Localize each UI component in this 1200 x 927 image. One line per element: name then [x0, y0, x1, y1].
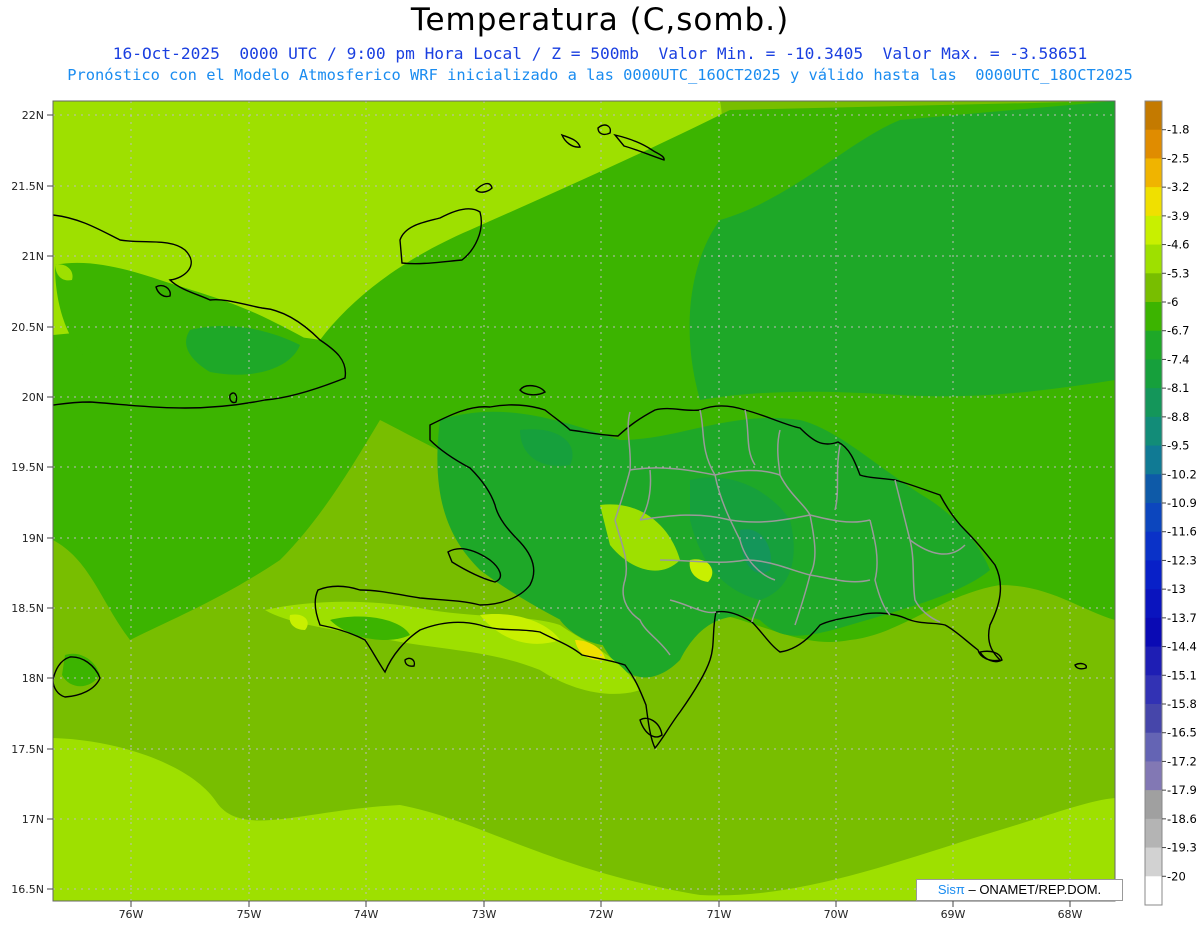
colorbar-label: -15.8 [1167, 697, 1197, 711]
lon-label-74w: 74W [354, 908, 379, 921]
lon-label-69w: 69W [941, 908, 966, 921]
colorbar-label: -5.3 [1167, 266, 1189, 280]
credit-label: Sisπ – ONAMET/REP.DOM. [916, 879, 1123, 901]
colorbar-swatch [1145, 445, 1162, 475]
lon-label-68w: 68W [1058, 908, 1083, 921]
colorbar-label: -15.1 [1167, 668, 1197, 682]
colorbar-swatch [1145, 416, 1162, 447]
colorbar-swatch [1145, 302, 1162, 332]
latitude-axis: 22N 21.5N 21N 20.5N 20N 19.5N 19N 18.5N … [11, 109, 53, 896]
colorbar-label: -16.5 [1167, 726, 1197, 740]
colorbar-swatch [1145, 732, 1162, 762]
lon-label-73w: 73W [472, 908, 497, 921]
credit-brand: Sisπ [937, 882, 965, 897]
colorbar-swatch [1145, 531, 1162, 561]
colorbar-label: -10.2 [1167, 467, 1197, 481]
colorbar-label: -10.9 [1167, 496, 1197, 510]
lat-label-19n: 19N [22, 532, 44, 545]
longitude-axis: 76W 75W 74W 73W 72W 71W 70W 69W 68W [119, 901, 1083, 921]
colorbar-swatch [1145, 388, 1162, 418]
colorbar-swatch [1145, 330, 1162, 360]
lat-label-22n: 22N [22, 109, 44, 122]
colorbar-swatch [1145, 589, 1162, 619]
lon-label-75w: 75W [237, 908, 262, 921]
colorbar-swatch [1145, 704, 1162, 734]
colorbar-swatch [1145, 761, 1162, 791]
lon-label-70w: 70W [824, 908, 849, 921]
colorbar-label: -13 [1167, 582, 1186, 596]
temperature-field [53, 101, 1115, 901]
colorbar-label: -8.1 [1167, 381, 1189, 395]
lon-label-76w: 76W [119, 908, 144, 921]
lat-label-21-5n: 21.5N [11, 180, 44, 193]
colorbar: -1.8 -2.5 -3.2 -3.9 -4.6 -5.3 -6 -6.7 -7.4 -8.1 -8… [1144, 100, 1197, 906]
colorbar-swatch [1145, 818, 1162, 849]
colorbar-swatch [1145, 847, 1162, 877]
lat-label-18n: 18N [22, 672, 44, 685]
colorbar-label: -4.6 [1167, 238, 1189, 252]
colorbar-swatch [1145, 244, 1162, 274]
colorbar-label: -2.5 [1167, 151, 1189, 165]
colorbar-swatch [1145, 158, 1162, 188]
colorbar-swatch [1145, 215, 1162, 246]
colorbar-label: -18.6 [1167, 812, 1197, 826]
colorbar-label: -14.4 [1167, 640, 1197, 654]
colorbar-label: -3.2 [1167, 180, 1189, 194]
colorbar-label: -9.5 [1167, 439, 1189, 453]
lat-label-19-5n: 19.5N [11, 461, 44, 474]
colorbar-label: -13.7 [1167, 611, 1197, 625]
colorbar-label: -12.3 [1167, 553, 1197, 567]
colorbar-swatch [1145, 560, 1162, 590]
colorbar-label: -17.2 [1167, 754, 1197, 768]
colorbar-swatch [1145, 617, 1162, 648]
colorbar-swatch [1145, 675, 1162, 705]
colorbar-swatch [1145, 646, 1162, 676]
lon-label-72w: 72W [589, 908, 614, 921]
colorbar-swatch [1145, 790, 1162, 820]
credit-text: – ONAMET/REP.DOM. [964, 882, 1102, 897]
colorbar-swatch [1145, 474, 1162, 504]
colorbar-label: -6 [1167, 295, 1178, 309]
lon-label-71w: 71W [707, 908, 732, 921]
colorbar-label: -17.9 [1167, 783, 1197, 797]
lat-label-21n: 21N [22, 250, 44, 263]
colorbar-swatch [1145, 101, 1162, 131]
colorbar-label: -1.8 [1167, 123, 1189, 137]
lat-label-16-5n: 16.5N [11, 883, 44, 896]
map-figure: 22N 21.5N 21N 20.5N 20N 19.5N 19N 18.5N … [11, 100, 1197, 921]
colorbar-swatch [1145, 273, 1162, 303]
lat-label-17n: 17N [22, 813, 44, 826]
colorbar-label: -6.7 [1167, 324, 1189, 338]
colorbar-label: -20 [1167, 869, 1186, 883]
lat-label-17-5n: 17.5N [11, 743, 44, 756]
lat-label-20n: 20N [22, 391, 44, 404]
colorbar-swatch [1145, 129, 1162, 159]
colorbar-swatch [1145, 503, 1162, 533]
colorbar-swatch [1145, 359, 1162, 389]
colorbar-swatch [1145, 876, 1162, 906]
lat-label-20-5n: 20.5N [11, 321, 44, 334]
colorbar-label: -8.8 [1167, 410, 1189, 424]
lat-label-18-5n: 18.5N [11, 602, 44, 615]
colorbar-label: -7.4 [1167, 352, 1189, 366]
colorbar-label: -11.6 [1167, 525, 1197, 539]
colorbar-swatch [1145, 187, 1162, 217]
colorbar-label: -19.3 [1167, 841, 1197, 855]
colorbar-label: -3.9 [1167, 209, 1189, 223]
